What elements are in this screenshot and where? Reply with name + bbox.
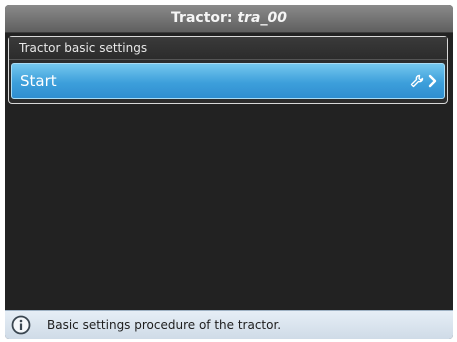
start-label: Start (20, 72, 57, 90)
panel-header: Tractor basic settings (9, 37, 447, 60)
status-bar: Basic settings procedure of the tractor. (5, 310, 453, 339)
basic-settings-panel: Tractor basic settings Start (8, 36, 448, 104)
title-bar: Tractor: tra_00 (5, 5, 453, 33)
title-tractor-name: tra_00 (237, 10, 287, 26)
row-icons (410, 64, 438, 98)
tractor-screen: Tractor: tra_00 Tractor basic settings S… (5, 5, 453, 339)
info-icon (11, 315, 31, 335)
chevron-right-icon (428, 74, 437, 88)
wrench-icon (410, 74, 424, 88)
title-prefix: Tractor: (171, 10, 238, 26)
start-row-button[interactable]: Start (11, 63, 445, 99)
status-text: Basic settings procedure of the tractor. (47, 318, 282, 332)
